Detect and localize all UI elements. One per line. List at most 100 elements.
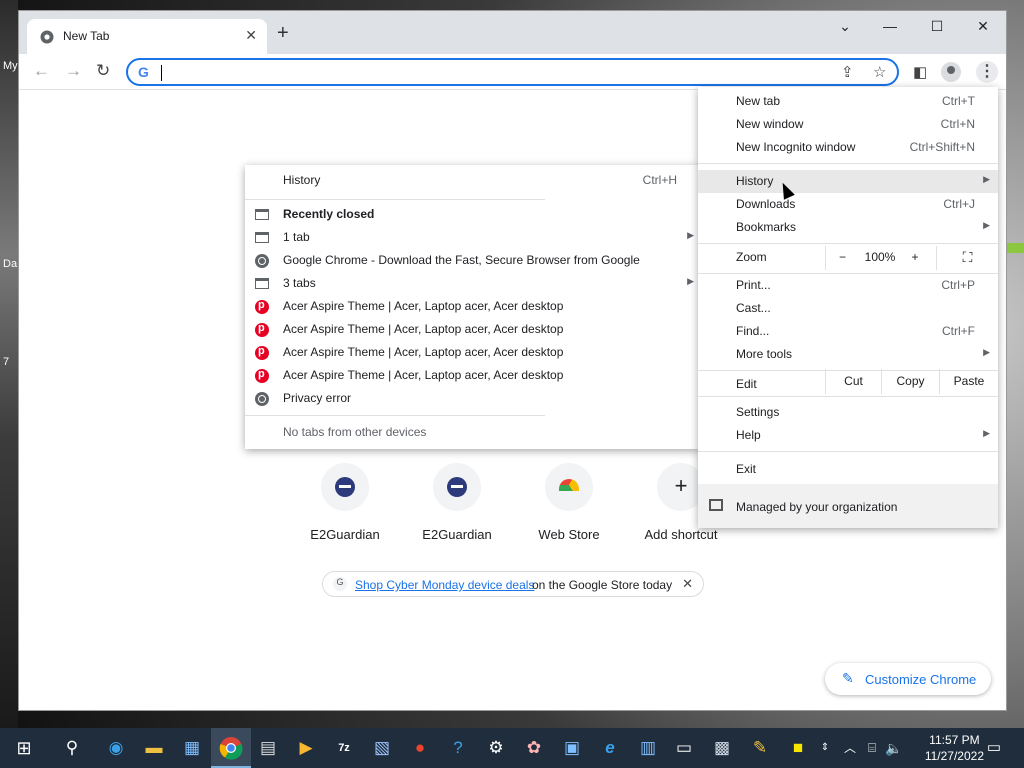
clock[interactable]: 11:57 PM 11/27/2022 — [925, 732, 984, 764]
menu-item-find[interactable]: Find... Ctrl+F — [698, 320, 998, 343]
history-item-label: 3 tabs — [283, 276, 316, 290]
paste-button[interactable]: Paste — [939, 369, 998, 394]
history-header-item[interactable]: History Ctrl+H — [245, 169, 700, 192]
chrome-menu-button[interactable]: ⋮ — [976, 61, 998, 83]
clock-date: 11/27/2022 — [924, 749, 984, 763]
taskbar-scroll-icon[interactable]: ⇕ — [818, 736, 832, 760]
maps-pin-icon[interactable]: ● — [408, 736, 432, 760]
history-item-label: Acer Aspire Theme | Acer, Laptop acer, A… — [283, 299, 564, 313]
menu-item-more-tools[interactable]: More tools ▶ — [698, 343, 998, 366]
divider — [698, 163, 998, 164]
network-icon[interactable]: ▣ — [560, 736, 584, 760]
7zip-icon[interactable]: 7z — [332, 736, 356, 760]
search-icon[interactable]: ⚲ — [60, 736, 84, 760]
history-item-label: Google Chrome - Download the Fast, Secur… — [283, 253, 640, 267]
edge-icon[interactable]: ◉ — [104, 736, 128, 760]
history-list-item[interactable]: Google Chrome - Download the Fast, Secur… — [245, 249, 700, 272]
zoom-out-button[interactable]: − — [825, 246, 859, 270]
terminal-icon[interactable]: ▭ — [672, 736, 696, 760]
tab-search-icon[interactable]: ⌄ — [830, 18, 860, 35]
share-icon[interactable]: ⇪ — [841, 63, 854, 81]
cut-button[interactable]: Cut — [825, 369, 881, 394]
address-bar[interactable]: G ⇪ ☆ — [126, 58, 899, 86]
settings-gear-icon[interactable]: ⚙ — [484, 736, 508, 760]
menu-item-new-tab[interactable]: New tab Ctrl+T — [698, 90, 998, 113]
history-list-item[interactable]: 3 tabs ▶ — [245, 272, 700, 295]
shortcut-tile[interactable]: E2Guardian — [289, 463, 401, 542]
menu-item-bookmarks[interactable]: Bookmarks ▶ — [698, 216, 998, 239]
paint-brush-icon[interactable]: ✎ — [748, 736, 772, 760]
copy-button[interactable]: Copy — [881, 369, 939, 394]
tab-icon — [255, 278, 269, 289]
menu-item-new-incognito[interactable]: New Incognito window Ctrl+Shift+N — [698, 136, 998, 159]
submenu-arrow-icon: ▶ — [983, 174, 990, 184]
shortcut-tile[interactable]: E2Guardian — [401, 463, 513, 542]
submenu-arrow-icon: ▶ — [983, 428, 990, 438]
maximize-button[interactable]: ☐ — [922, 18, 952, 35]
menu-item-cast[interactable]: Cast... — [698, 297, 998, 320]
windows-start-icon[interactable]: ⊞ — [12, 736, 36, 760]
paint-icon[interactable]: ✿ — [522, 736, 546, 760]
menu-item-label: New tab — [736, 94, 781, 108]
history-list-item[interactable]: Acer Aspire Theme | Acer, Laptop acer, A… — [245, 341, 700, 364]
close-tab-icon[interactable]: ✕ — [245, 27, 257, 44]
menu-item-exit[interactable]: Exit — [698, 458, 998, 481]
google-g-icon: G — [138, 64, 149, 80]
menu-item-downloads[interactable]: Downloads Ctrl+J — [698, 193, 998, 216]
reload-icon[interactable]: ↻ — [96, 62, 110, 80]
menu-item-label: Exit — [736, 462, 757, 476]
menu-item-settings[interactable]: Settings — [698, 401, 998, 424]
menu-item-history[interactable]: History ▶ — [698, 170, 998, 193]
menu-item-new-window[interactable]: New window Ctrl+N — [698, 113, 998, 136]
menu-item-label: Downloads — [736, 197, 796, 211]
control-panel-icon[interactable]: ▥ — [636, 736, 660, 760]
profile-avatar[interactable] — [941, 62, 961, 82]
menu-item-print[interactable]: Print... Ctrl+P — [698, 274, 998, 297]
tab-new-tab[interactable]: New Tab ✕ — [27, 19, 267, 54]
history-item-label: Acer Aspire Theme | Acer, Laptop acer, A… — [283, 322, 564, 336]
image-viewer-icon[interactable]: ▧ — [370, 736, 394, 760]
new-tab-button[interactable]: + — [277, 23, 289, 43]
history-list-item[interactable]: 1 tab ▶ — [245, 226, 700, 249]
file-explorer-icon[interactable]: ▬ — [142, 736, 166, 760]
media-player-icon[interactable]: ▶ — [294, 736, 318, 760]
close-promo-icon[interactable]: ✕ — [682, 576, 693, 592]
zoom-in-button[interactable]: + — [901, 250, 929, 264]
help-icon[interactable]: ? — [446, 736, 470, 760]
promo-link[interactable]: Shop Cyber Monday device deals — [355, 578, 534, 592]
recently-closed-label: Recently closed — [283, 207, 375, 221]
remote-desktop-icon[interactable]: ▩ — [710, 736, 734, 760]
sticky-notes-icon[interactable]: ■ — [786, 736, 810, 760]
chrome-taskbar-active[interactable] — [211, 728, 251, 768]
store-icon[interactable]: ▦ — [180, 736, 204, 760]
bookmark-star-icon[interactable]: ☆ — [873, 63, 886, 81]
fullscreen-icon[interactable]: ⛶ — [936, 246, 998, 270]
history-shortcut: Ctrl+H — [642, 173, 677, 187]
menu-item-shortcut: Ctrl+J — [943, 197, 975, 211]
forward-icon[interactable]: → — [65, 62, 82, 80]
minimize-button[interactable]: — — [875, 18, 905, 34]
volume-icon[interactable]: 🔈 — [882, 736, 906, 760]
menu-item-label: Settings — [736, 405, 780, 419]
network-tray-icon[interactable]: ⌸ — [860, 736, 884, 760]
show-hidden-icons-chevron[interactable]: ︿ — [838, 736, 862, 760]
divider — [245, 199, 545, 200]
history-list-item[interactable]: Acer Aspire Theme | Acer, Laptop acer, A… — [245, 364, 700, 387]
side-panel-icon[interactable]: ◧ — [913, 63, 927, 81]
close-window-button[interactable]: ✕ — [968, 18, 998, 35]
history-list-item[interactable]: Privacy error — [245, 387, 700, 410]
shortcut-label: E2Guardian — [422, 527, 492, 542]
customize-chrome-button[interactable]: ✎ Customize Chrome — [825, 663, 991, 695]
shortcut-tile[interactable]: Web Store — [513, 463, 625, 542]
e2guardian-icon — [335, 477, 355, 497]
managed-by-org[interactable]: Managed by your organization — [698, 484, 998, 528]
history-list-item[interactable]: Acer Aspire Theme | Acer, Laptop acer, A… — [245, 318, 700, 341]
calculator-icon[interactable]: ▤ — [256, 736, 280, 760]
desktop-left-strip: My Da 7 — [0, 0, 18, 728]
shortcut-label: E2Guardian — [310, 527, 380, 542]
history-list-item[interactable]: Acer Aspire Theme | Acer, Laptop acer, A… — [245, 295, 700, 318]
internet-explorer-icon[interactable]: e — [598, 736, 622, 760]
notifications-icon[interactable]: ▭ — [982, 736, 1006, 760]
menu-item-help[interactable]: Help ▶ — [698, 424, 998, 447]
back-icon[interactable]: ← — [33, 62, 50, 80]
